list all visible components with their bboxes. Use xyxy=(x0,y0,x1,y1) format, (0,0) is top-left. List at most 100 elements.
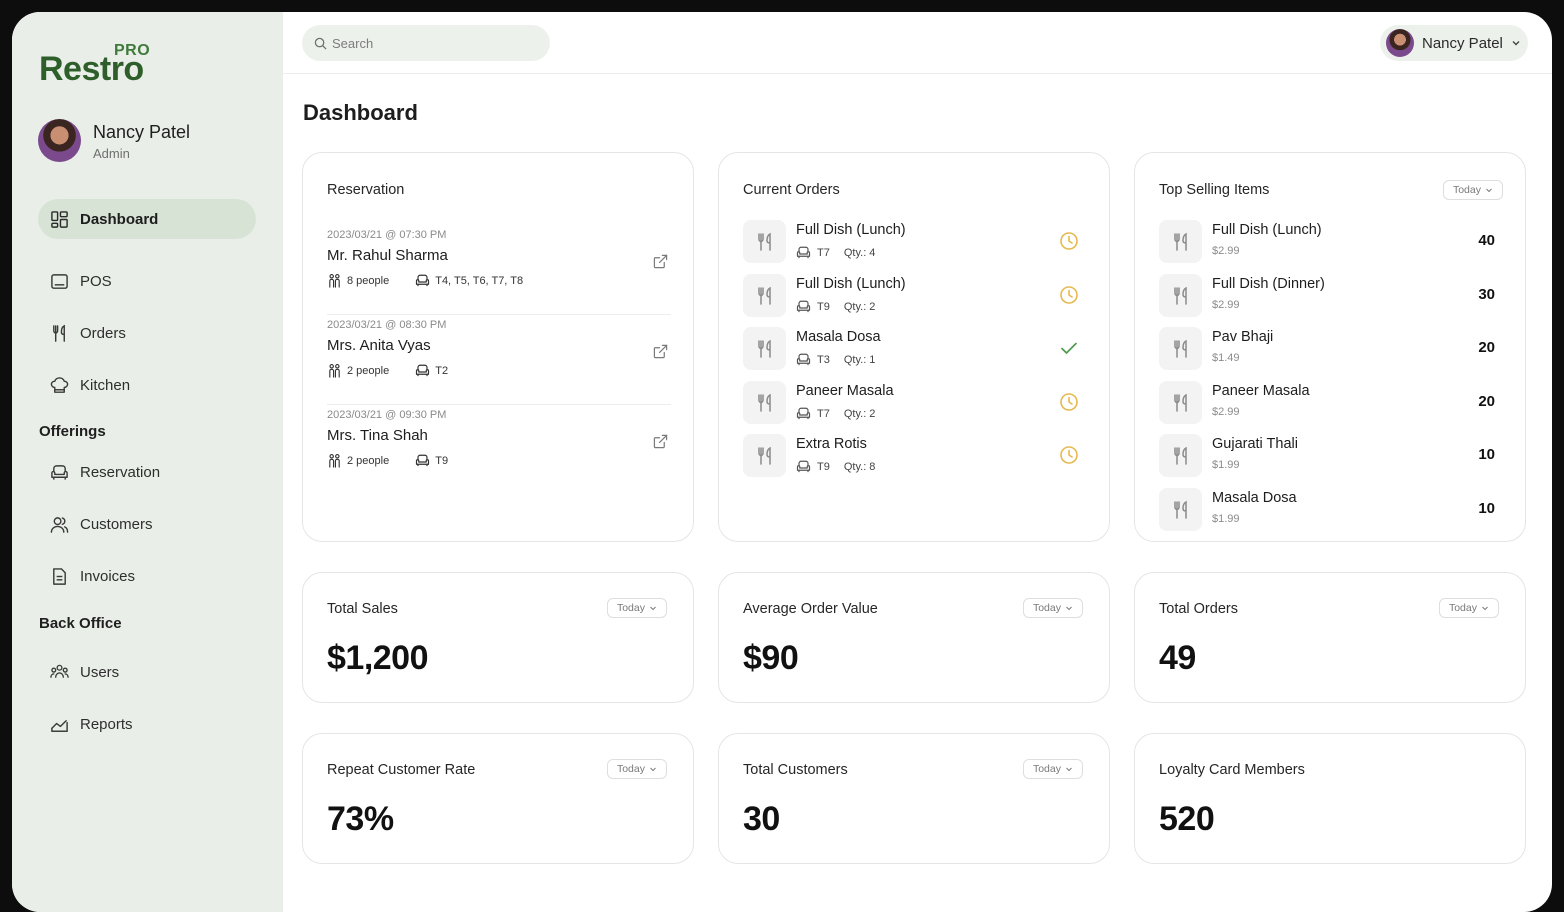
sidebar-item-reports[interactable]: Reports xyxy=(38,704,256,744)
top-item-row[interactable]: Paneer Masala $2.99 20 xyxy=(1159,381,1501,425)
search-input[interactable] xyxy=(332,35,532,51)
order-row[interactable]: Extra Rotis T9 Qty.: 8 xyxy=(743,434,1085,478)
top-item-name: Masala Dosa xyxy=(1212,490,1297,506)
stat-label: Average Order Value xyxy=(743,601,878,617)
order-qty: Qty.: 2 xyxy=(843,300,876,313)
sidebar-profile[interactable]: Nancy Patel Admin xyxy=(38,119,268,163)
logo[interactable]: PRO Restro xyxy=(39,42,179,88)
order-dish-name: Full Dish (Lunch) xyxy=(796,276,906,292)
external-link-icon[interactable] xyxy=(653,344,668,359)
sidebar-item-dashboard[interactable]: Dashboard xyxy=(38,199,256,239)
dish-thumbnail xyxy=(743,327,786,370)
top-item-count: 20 xyxy=(1478,393,1495,410)
order-row[interactable]: Full Dish (Lunch) T9 Qty.: 2 xyxy=(743,274,1085,318)
period-filter-dropdown[interactable]: Today xyxy=(1022,598,1083,618)
sidebar-item-reservation[interactable]: Reservation xyxy=(38,452,256,492)
order-dish-name: Paneer Masala xyxy=(796,383,894,399)
search-bar[interactable] xyxy=(302,25,550,61)
sidebar-item-invoices[interactable]: Invoices xyxy=(38,556,256,596)
reservation-date: 2023/03/21 @ 08:30 PM xyxy=(327,319,447,331)
user-menu-name: Nancy Patel xyxy=(1422,34,1503,52)
sidebar-item-label: Dashboard xyxy=(80,210,159,228)
check-icon xyxy=(1061,342,1077,354)
reservation-tables: T9 xyxy=(435,454,449,467)
period-filter-dropdown[interactable]: Today xyxy=(606,759,667,779)
period-filter-label: Today xyxy=(1032,602,1061,614)
period-filter-dropdown[interactable]: Today xyxy=(1442,180,1503,200)
top-item-name: Pav Bhaji xyxy=(1212,329,1274,345)
sidebar-item-label: Reports xyxy=(80,715,133,733)
reservation-people: 8 people xyxy=(347,274,390,287)
top-item-price: $2.99 xyxy=(1212,245,1240,257)
armchair-icon xyxy=(796,246,811,259)
dish-thumbnail xyxy=(743,381,786,424)
sidebar-item-label: Kitchen xyxy=(80,376,131,394)
reservation-item[interactable]: 2023/03/21 @ 07:30 PM Mr. Rahul Sharma 8… xyxy=(327,229,671,315)
chevron-down-icon xyxy=(1482,606,1488,611)
dish-thumbnail xyxy=(743,434,786,477)
order-row[interactable]: Full Dish (Lunch) T7 Qty.: 4 xyxy=(743,220,1085,264)
reservation-name: Mrs. Tina Shah xyxy=(327,427,428,444)
external-link-icon[interactable] xyxy=(653,254,668,269)
sidebar-item-pos[interactable]: POS xyxy=(38,261,256,301)
stat-value: 520 xyxy=(1159,800,1215,838)
reservation-item[interactable]: 2023/03/21 @ 08:30 PM Mrs. Anita Vyas 2 … xyxy=(327,319,671,405)
top-item-count: 10 xyxy=(1478,446,1495,463)
period-filter-dropdown[interactable]: Today xyxy=(606,598,667,618)
search-icon xyxy=(314,37,327,50)
logo-name: Restro xyxy=(39,50,144,88)
sidebar-item-label: Orders xyxy=(80,324,126,342)
period-filter-label: Today xyxy=(1452,184,1481,196)
sidebar-item-label: Users xyxy=(80,663,120,681)
order-row[interactable]: Masala Dosa T3 Qty.: 1 xyxy=(743,327,1085,371)
top-item-row[interactable]: Full Dish (Lunch) $2.99 40 xyxy=(1159,220,1501,264)
top-item-row[interactable]: Full Dish (Dinner) $2.99 30 xyxy=(1159,274,1501,318)
armchair-icon xyxy=(796,300,811,313)
sidebar-item-kitchen[interactable]: Kitchen xyxy=(38,365,256,405)
fork-knife-icon xyxy=(53,324,65,342)
reservation-name: Mrs. Anita Vyas xyxy=(327,337,431,354)
stat-value: $1,200 xyxy=(327,639,429,677)
customers-icon xyxy=(50,516,69,533)
stat-value: 73% xyxy=(327,800,394,838)
repeat-customer-rate-card: Repeat Customer Rate Today 73% xyxy=(302,733,694,864)
period-filter-dropdown[interactable]: Today xyxy=(1022,759,1083,779)
top-item-row[interactable]: Gujarati Thali $1.99 10 xyxy=(1159,434,1501,478)
top-item-row[interactable]: Masala Dosa $1.99 10 xyxy=(1159,488,1501,532)
armchair-icon xyxy=(416,274,430,287)
current-orders-card: Current Orders Full Dish (Lunch) T7 Qty.… xyxy=(718,152,1110,542)
sidebar-item-users[interactable]: Users xyxy=(38,652,256,692)
order-qty: Qty.: 4 xyxy=(843,246,876,259)
clock-icon xyxy=(1060,393,1078,411)
chevron-down-icon xyxy=(650,767,656,772)
top-item-row[interactable]: Pav Bhaji $1.49 20 xyxy=(1159,327,1501,371)
reports-icon xyxy=(51,719,68,732)
armchair-icon xyxy=(796,353,811,366)
period-filter-dropdown[interactable]: Today xyxy=(1438,598,1499,618)
user-menu[interactable]: Nancy Patel xyxy=(1380,25,1528,61)
dish-thumbnail xyxy=(1159,381,1202,424)
fork-knife-icon xyxy=(757,393,771,412)
order-row[interactable]: Paneer Masala T7 Qty.: 2 xyxy=(743,381,1085,425)
reservation-item[interactable]: 2023/03/21 @ 09:30 PM Mrs. Tina Shah 2 p… xyxy=(327,409,671,495)
sidebar-item-customers[interactable]: Customers xyxy=(38,504,256,544)
order-dish-name: Full Dish (Lunch) xyxy=(796,222,906,238)
clock-icon xyxy=(1060,286,1078,304)
order-dish-name: Masala Dosa xyxy=(796,329,881,345)
fork-knife-icon xyxy=(1173,286,1187,305)
dish-thumbnail xyxy=(743,274,786,317)
period-filter-label: Today xyxy=(616,602,645,614)
average-order-value-card: Average Order Value Today $90 xyxy=(718,572,1110,703)
top-item-count: 20 xyxy=(1478,339,1495,356)
stat-label: Total Sales xyxy=(327,601,398,617)
order-table: T7 xyxy=(817,246,830,259)
top-item-name: Paneer Masala xyxy=(1212,383,1310,399)
top-item-price: $2.99 xyxy=(1212,406,1240,418)
external-link-icon[interactable] xyxy=(653,434,668,449)
reservation-tables: T2 xyxy=(435,364,449,377)
order-table: T3 xyxy=(817,353,830,366)
armchair-icon xyxy=(51,464,68,480)
reservation-card: Reservation 2023/03/21 @ 07:30 PM Mr. Ra… xyxy=(302,152,694,542)
clock-icon xyxy=(1060,232,1078,250)
sidebar-item-orders[interactable]: Orders xyxy=(38,313,256,353)
